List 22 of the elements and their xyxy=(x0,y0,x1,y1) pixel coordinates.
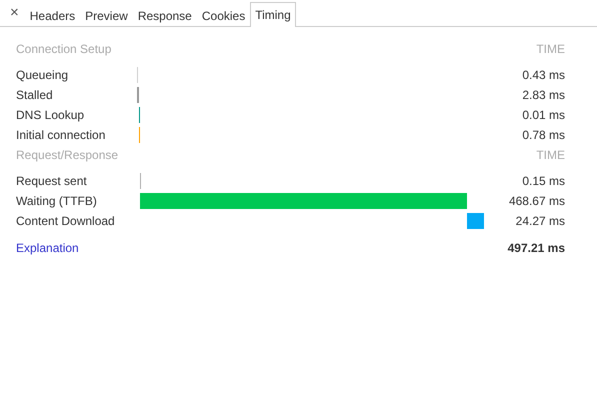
timing-value: 0.01 ms xyxy=(521,108,565,122)
timing-value: 468.67 ms xyxy=(508,194,565,208)
section-title: Request/Response xyxy=(16,148,118,162)
timing-value: 24.27 ms xyxy=(514,214,565,228)
timing-value: 0.15 ms xyxy=(521,174,565,188)
timing-label: Waiting (TTFB) xyxy=(16,194,98,208)
total-time: 497.21 ms xyxy=(508,241,565,255)
tab[interactable]: Timing xyxy=(250,2,296,27)
timing-label: Initial connection xyxy=(16,128,106,142)
timing-label: Request sent xyxy=(16,174,88,188)
timing-label: DNS Lookup xyxy=(16,108,86,122)
timing-label: Queueing xyxy=(16,68,70,82)
column-heading: TIME xyxy=(536,148,565,162)
timing-label: Stalled xyxy=(16,88,54,102)
timing-value: 0.78 ms xyxy=(521,128,565,142)
column-heading: TIME xyxy=(536,42,565,56)
explanation-link[interactable]: Explanation xyxy=(16,241,79,255)
timing-value: 2.83 ms xyxy=(521,88,565,102)
close-button[interactable]: × xyxy=(6,4,25,26)
timing-value: 0.43 ms xyxy=(521,68,565,82)
section-title: Connection Setup xyxy=(16,42,112,56)
timing-label: Content Download xyxy=(16,214,116,228)
